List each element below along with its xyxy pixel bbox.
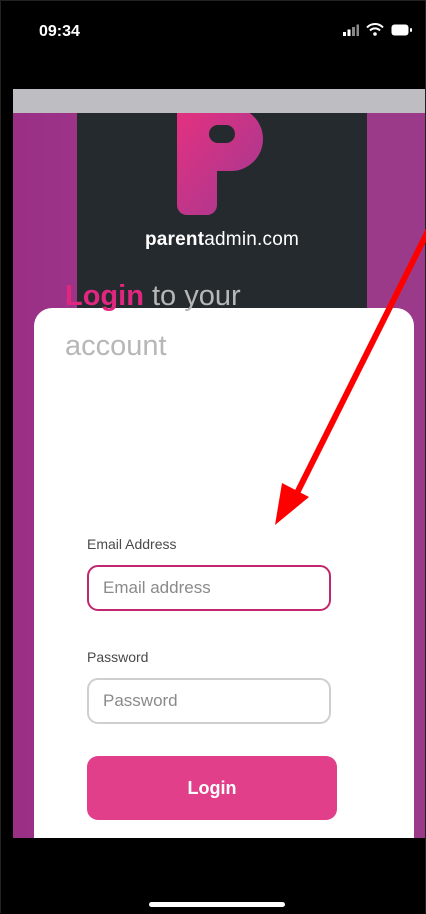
browser-bar (13, 89, 425, 113)
signal-icon (343, 24, 359, 36)
parentadmin-logo (177, 113, 263, 215)
brand-name-regular: admin.com (204, 229, 299, 250)
login-button[interactable]: Login (87, 756, 337, 820)
brand-name: parentadmin.com (77, 229, 367, 251)
wifi-icon (366, 23, 384, 36)
email-input[interactable] (87, 565, 331, 611)
brand-name-bold: parent (144, 229, 205, 250)
password-input[interactable] (87, 678, 331, 724)
status-bar: 09:34 (1, 1, 425, 89)
bottom-bar (1, 838, 425, 914)
status-icons (343, 23, 413, 36)
login-heading-accent: Login (65, 280, 144, 312)
login-heading: Login to your account (65, 271, 325, 371)
password-label: Password (87, 649, 149, 665)
web-view: parentadmin.com (13, 113, 425, 838)
battery-icon (391, 24, 412, 35)
email-label: Email Address (87, 536, 177, 552)
status-time: 09:34 (39, 23, 80, 40)
home-indicator[interactable] (149, 902, 285, 907)
